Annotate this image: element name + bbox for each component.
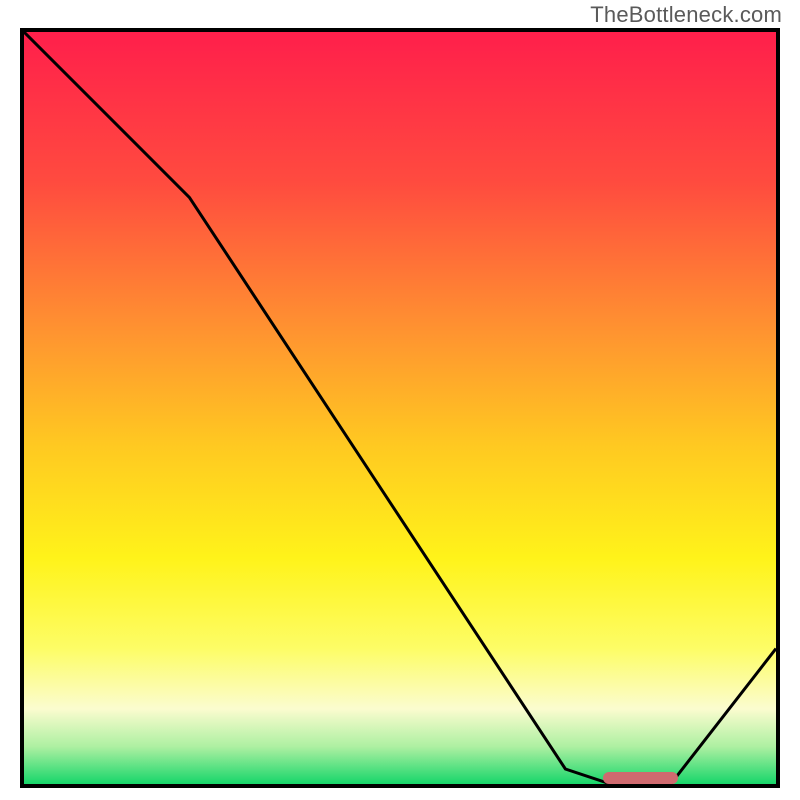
optimal-range-marker — [603, 772, 678, 784]
chart-plot-area — [20, 28, 780, 788]
chart-container: TheBottleneck.com — [0, 0, 800, 800]
bottleneck-curve — [24, 32, 776, 784]
line-layer — [24, 32, 776, 784]
watermark-text: TheBottleneck.com — [590, 2, 782, 28]
